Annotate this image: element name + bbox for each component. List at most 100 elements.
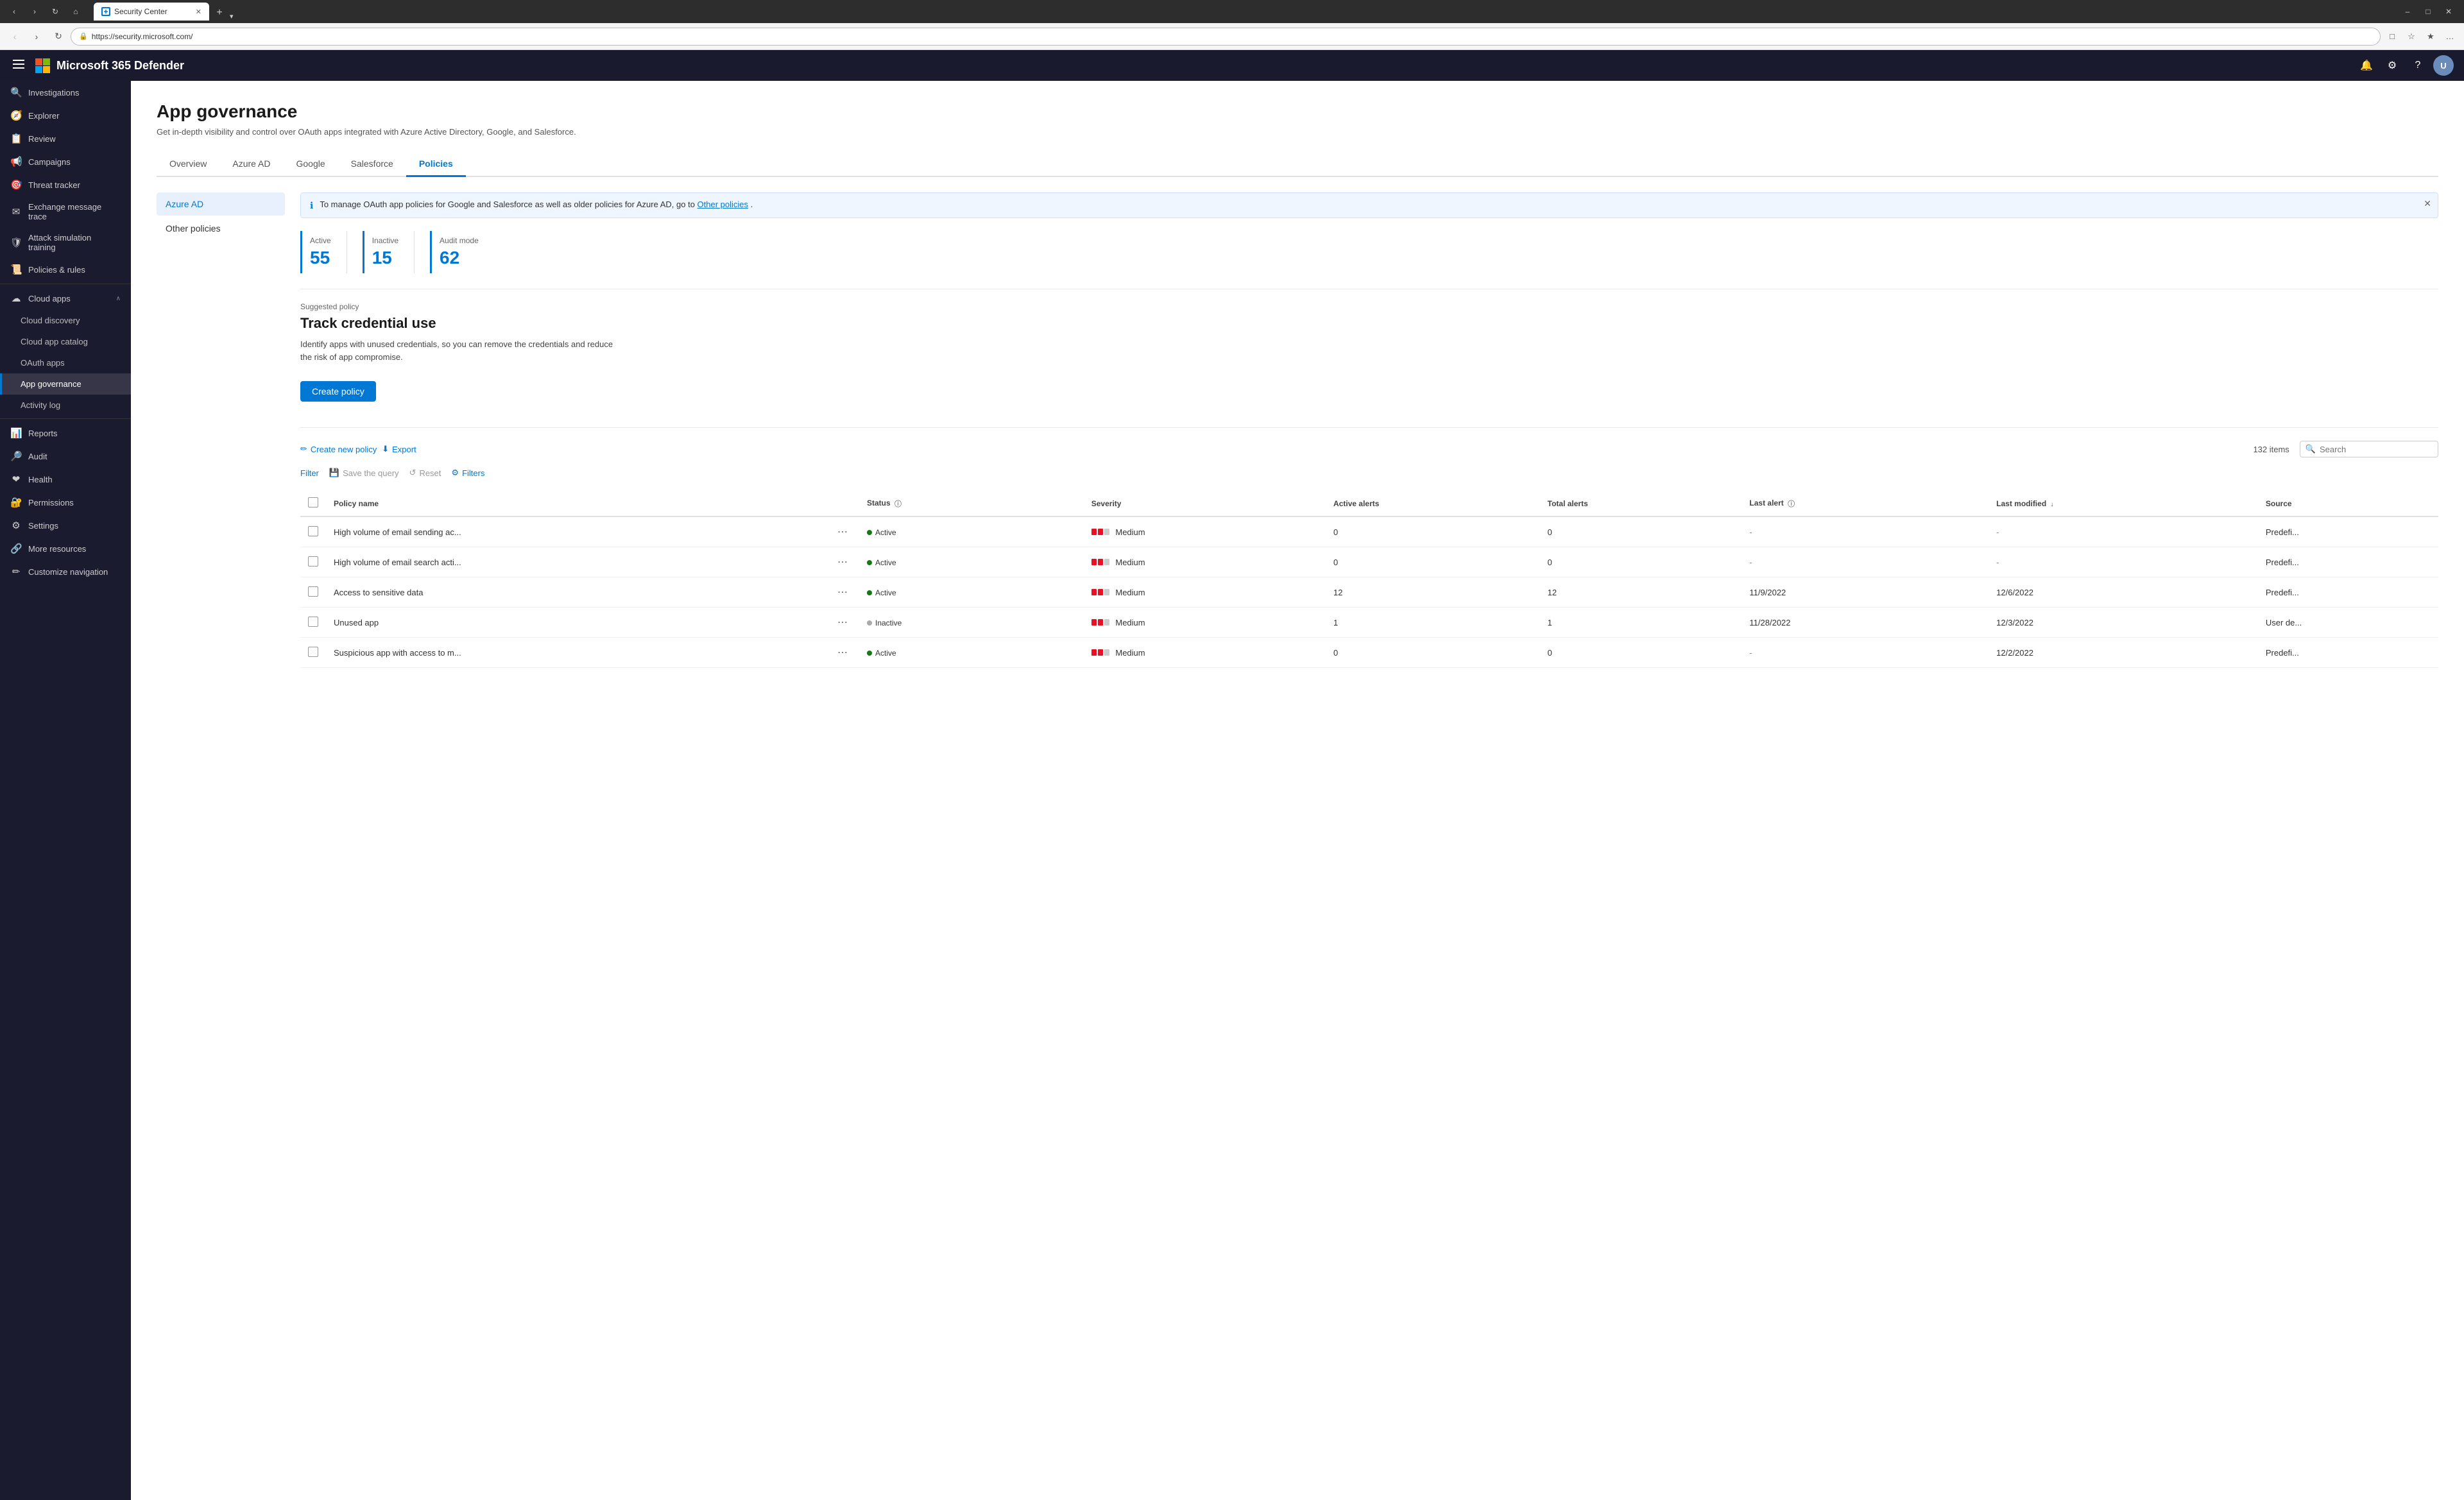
filter-button[interactable]: Filter (300, 466, 319, 481)
th-total-alerts[interactable]: Total alerts (1540, 491, 1742, 516)
more-resources-icon: 🔗 (10, 543, 22, 554)
sidebar-item-audit[interactable]: 🔎 Audit (0, 445, 131, 468)
sidebar-item-more-resources[interactable]: 🔗 More resources (0, 537, 131, 560)
tab-salesforce[interactable]: Salesforce (338, 152, 406, 177)
other-policies-link[interactable]: Other policies (697, 200, 748, 209)
row-1-checkbox[interactable] (308, 556, 318, 567)
back-nav-button[interactable]: ‹ (5, 28, 24, 46)
sidebar-item-exchange[interactable]: ✉ Exchange message trace (0, 196, 131, 227)
filters-button[interactable]: ⚙ Filters (451, 465, 484, 481)
sidebar-item-reports[interactable]: 📊 Reports (0, 422, 131, 445)
sidebar: 🔍 Investigations 🧭 Explorer 📋 Review 📢 C… (0, 81, 131, 1500)
create-new-policy-icon: ✏ (300, 444, 307, 454)
collections-button[interactable]: ★ (2422, 28, 2440, 45)
cell-checkbox-1 (300, 547, 326, 577)
reading-view-button[interactable]: □ (2383, 28, 2401, 45)
close-window-button[interactable]: ✕ (2438, 3, 2459, 21)
app-menu-button[interactable] (10, 57, 27, 74)
row-1-actions-button[interactable]: ⋯ (834, 554, 851, 570)
th-severity[interactable]: Severity (1084, 491, 1326, 516)
th-source[interactable]: Source (2258, 491, 2438, 516)
policy-nav-other-policies[interactable]: Other policies (157, 217, 285, 240)
row-3-checkbox[interactable] (308, 617, 318, 627)
row-0-checkbox[interactable] (308, 526, 318, 536)
th-checkbox (300, 491, 326, 516)
cell-last-modified-4: 12/2/2022 (1989, 638, 2258, 668)
search-icon: 🔍 (2306, 444, 2316, 454)
tab-google[interactable]: Google (284, 152, 338, 177)
reload-button[interactable]: ↻ (46, 4, 64, 19)
sidebar-item-permissions[interactable]: 🔐 Permissions (0, 491, 131, 514)
home-button[interactable]: ⌂ (67, 4, 85, 19)
sidebar-item-investigations[interactable]: 🔍 Investigations (0, 81, 131, 104)
reload-nav-button[interactable]: ↻ (49, 28, 68, 46)
tab-azure-ad[interactable]: Azure AD (219, 152, 283, 177)
export-button[interactable]: ⬇ Export (382, 441, 416, 457)
help-button[interactable]: ? (2408, 55, 2428, 76)
th-policy-name[interactable]: Policy name (326, 491, 826, 516)
settings-button[interactable]: ⚙ (2382, 55, 2402, 76)
cell-source-4: Predefi... (2258, 638, 2438, 668)
sidebar-item-cloud-app-catalog[interactable]: Cloud app catalog (0, 331, 131, 352)
status-badge-2: Active (867, 588, 896, 597)
cell-checkbox-4 (300, 638, 326, 668)
ms365-logo-icon (35, 58, 50, 73)
th-last-modified[interactable]: Last modified ↓ (1989, 491, 2258, 516)
status-badge-1: Active (867, 558, 896, 567)
user-avatar[interactable]: U (2433, 55, 2454, 76)
back-button[interactable]: ‹ (5, 4, 23, 19)
th-active-alerts[interactable]: Active alerts (1326, 491, 1540, 516)
th-status[interactable]: Status ⓘ (859, 491, 1084, 516)
stat-audit-mode-label: Audit mode (440, 236, 479, 245)
row-4-checkbox[interactable] (308, 647, 318, 657)
new-tab-button[interactable]: + (212, 5, 227, 21)
row-2-checkbox[interactable] (308, 586, 318, 597)
sidebar-item-cloud-discovery[interactable]: Cloud discovery (0, 310, 131, 331)
tab-overview[interactable]: Overview (157, 152, 219, 177)
notifications-button[interactable]: 🔔 (2356, 55, 2377, 76)
active-tab[interactable]: Security Center ✕ (94, 3, 209, 21)
info-banner-close-button[interactable]: ✕ (2424, 198, 2431, 209)
reset-button[interactable]: ↺ Reset (409, 465, 441, 481)
tab-dropdown-button[interactable]: ▾ (230, 12, 234, 21)
save-query-button[interactable]: 💾 Save the query (329, 465, 399, 481)
cell-status-4: Active (859, 638, 1084, 668)
sidebar-item-explorer[interactable]: 🧭 Explorer (0, 104, 131, 127)
sidebar-item-attack-sim[interactable]: 🛡 Attack simulation training (0, 227, 131, 258)
sidebar-item-activity-log[interactable]: Activity log (0, 395, 131, 416)
tab-close-button[interactable]: ✕ (196, 8, 201, 16)
url-text: https://security.microsoft.com/ (92, 32, 193, 41)
create-policy-button[interactable]: Create policy (300, 381, 376, 402)
row-2-actions-button[interactable]: ⋯ (834, 584, 851, 600)
sidebar-item-settings[interactable]: ⚙ Settings (0, 514, 131, 537)
maximize-button[interactable]: □ (2418, 3, 2438, 21)
favorites-button[interactable]: ☆ (2402, 28, 2420, 45)
policy-nav-azure-ad[interactable]: Azure AD (157, 192, 285, 216)
address-bar: ‹ › ↻ 🔒 https://security.microsoft.com/ … (0, 23, 2464, 50)
minimize-button[interactable]: – (2397, 3, 2418, 21)
search-input[interactable] (2320, 445, 2433, 454)
sidebar-item-oauth-apps[interactable]: OAuth apps (0, 352, 131, 373)
browser-tools-button[interactable]: … (2441, 28, 2459, 45)
row-3-actions-button[interactable]: ⋯ (834, 615, 851, 630)
stat-inactive-label: Inactive (372, 236, 398, 245)
forward-button[interactable]: › (26, 4, 44, 19)
sidebar-item-campaigns[interactable]: 📢 Campaigns (0, 150, 131, 173)
th-last-alert[interactable]: Last alert ⓘ (1741, 491, 1989, 516)
row-0-actions-button[interactable]: ⋯ (834, 524, 851, 540)
search-box[interactable]: 🔍 (2300, 441, 2438, 457)
sidebar-item-policies[interactable]: 📜 Policies & rules (0, 258, 131, 281)
create-new-policy-button[interactable]: ✏ Create new policy (300, 441, 377, 457)
select-all-checkbox[interactable] (308, 497, 318, 507)
sidebar-item-health[interactable]: ❤ Health (0, 468, 131, 491)
cell-total-alerts-4: 0 (1540, 638, 1742, 668)
sidebar-item-review[interactable]: 📋 Review (0, 127, 131, 150)
sidebar-item-app-governance[interactable]: App governance (0, 373, 131, 395)
sidebar-item-cloud-apps[interactable]: ☁ Cloud apps ∧ (0, 287, 131, 310)
sidebar-item-customize-nav[interactable]: ✏ Customize navigation (0, 560, 131, 583)
row-4-actions-button[interactable]: ⋯ (834, 645, 851, 660)
url-bar[interactable]: 🔒 https://security.microsoft.com/ (71, 28, 2381, 46)
tab-policies[interactable]: Policies (406, 152, 466, 177)
forward-nav-button[interactable]: › (27, 28, 46, 46)
sidebar-item-threat-tracker[interactable]: 🎯 Threat tracker (0, 173, 131, 196)
